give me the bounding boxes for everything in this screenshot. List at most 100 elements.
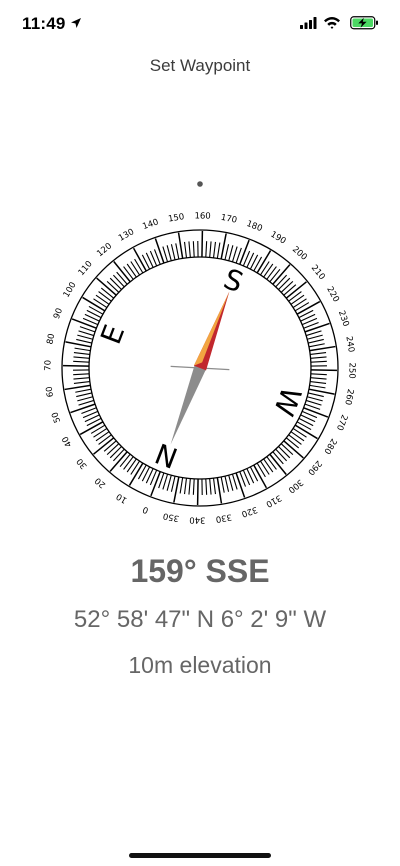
compass-tick <box>183 241 188 258</box>
compass-tick-label: 80 <box>45 333 57 346</box>
compass-tick-label: 310 <box>264 492 283 509</box>
compass-tick <box>95 431 110 442</box>
compass-tick <box>290 431 305 442</box>
compass-tick <box>170 244 176 260</box>
compass-tick-label: 270 <box>334 413 349 432</box>
compass-tick-label: 120 <box>95 241 114 259</box>
compass-tick <box>220 476 225 493</box>
status-time: 11:49 <box>22 14 66 33</box>
compass-tick <box>170 476 176 492</box>
compass-tick-label: 100 <box>62 280 79 299</box>
compass-tick-label: 160 <box>194 211 210 221</box>
set-waypoint-button[interactable]: Set Waypoint <box>0 56 400 76</box>
compass-tick <box>263 458 274 473</box>
compass-tick <box>231 473 238 490</box>
compass-tick <box>292 298 307 309</box>
battery-charging-icon <box>350 16 378 30</box>
cardinal-n: N <box>151 436 182 474</box>
compass-tick <box>235 472 246 498</box>
compass-tick-label: 0 <box>141 504 150 515</box>
compass-tick <box>98 434 112 445</box>
compass-tick <box>310 380 327 385</box>
compass-tick-label: 110 <box>77 259 95 278</box>
compass-tick <box>209 478 212 495</box>
compass-tick <box>266 266 277 280</box>
compass-tick <box>179 477 184 494</box>
compass-tick <box>166 475 172 491</box>
compass-tick <box>309 345 336 352</box>
compass-tick <box>283 284 297 296</box>
compass-tick <box>166 245 172 261</box>
compass-tick <box>106 443 120 456</box>
compass-tick <box>278 446 291 459</box>
compass-tick <box>109 277 122 290</box>
compass-tick-label: 330 <box>215 511 233 523</box>
compass-tick <box>310 351 327 356</box>
compass-tick <box>95 294 110 305</box>
home-indicator[interactable] <box>129 853 271 858</box>
compass-tick-label: 30 <box>75 456 90 471</box>
wifi-icon <box>324 17 340 29</box>
compass-tick-label: 320 <box>240 504 259 519</box>
compass-tick <box>177 232 184 259</box>
compass-tick-label: 60 <box>45 386 57 398</box>
compass-tick <box>78 399 95 406</box>
compass-tick <box>224 476 230 492</box>
compass-tick <box>123 456 134 470</box>
compass-tick <box>188 478 191 495</box>
signal-icon <box>300 17 317 29</box>
compass-tick <box>307 334 323 340</box>
compass-tick <box>303 407 329 418</box>
compass-tick <box>205 478 208 495</box>
compass-tick <box>106 280 120 293</box>
compass-tick <box>269 268 281 283</box>
compass-tick-label: 180 <box>245 219 264 234</box>
compass-tick-label: 70 <box>43 360 53 371</box>
compass-tick <box>308 392 324 398</box>
compass-tick-label: 300 <box>286 477 305 495</box>
compass-tick <box>173 476 180 503</box>
compass-tick-label: 130 <box>117 227 136 244</box>
compass-tick-label: 260 <box>342 388 355 406</box>
compass-tick <box>212 478 217 495</box>
compass-tick <box>76 338 92 344</box>
compass-tick <box>70 403 96 414</box>
compass-tick-label: 50 <box>50 411 63 424</box>
compass-tick <box>205 241 208 258</box>
compass-tick <box>285 437 300 449</box>
compass-tick <box>73 380 90 385</box>
needle-south <box>170 365 206 445</box>
compass-tick <box>308 343 325 348</box>
compass-tick-label: 220 <box>324 285 341 304</box>
compass-tick <box>308 338 324 344</box>
compass-tick <box>310 356 327 359</box>
compass-tick <box>192 241 195 258</box>
compass-tick <box>308 388 335 395</box>
compass-tick <box>288 434 302 445</box>
compass-tick-label: 210 <box>309 263 327 282</box>
compass-tick <box>263 263 274 278</box>
compass-needle <box>170 291 230 445</box>
compass-tick <box>126 458 137 473</box>
compass-tick <box>280 280 294 293</box>
compass-tick <box>310 373 327 376</box>
compass-tick <box>266 456 277 470</box>
compass-tick <box>93 427 108 438</box>
status-icons <box>300 16 378 30</box>
compass-tick <box>175 243 180 260</box>
compass-tick <box>73 351 90 356</box>
compass-tick <box>305 399 322 406</box>
compass-tick <box>78 330 95 337</box>
compass-tick <box>192 478 195 495</box>
status-bar: 11:49 <box>0 0 400 50</box>
compass-tick <box>71 318 97 329</box>
compass-tick <box>278 277 291 290</box>
coordinates-readout: 52° 58' 47" N 6° 2' 9" W <box>73 606 327 633</box>
compass-tick <box>150 471 161 497</box>
compass-tick <box>126 263 137 278</box>
compass-tick-label: 170 <box>220 213 238 226</box>
compass-tick <box>309 384 326 389</box>
compass-tick-label: 140 <box>141 217 160 232</box>
compass-tick <box>73 356 90 359</box>
compass-tick <box>123 266 134 280</box>
